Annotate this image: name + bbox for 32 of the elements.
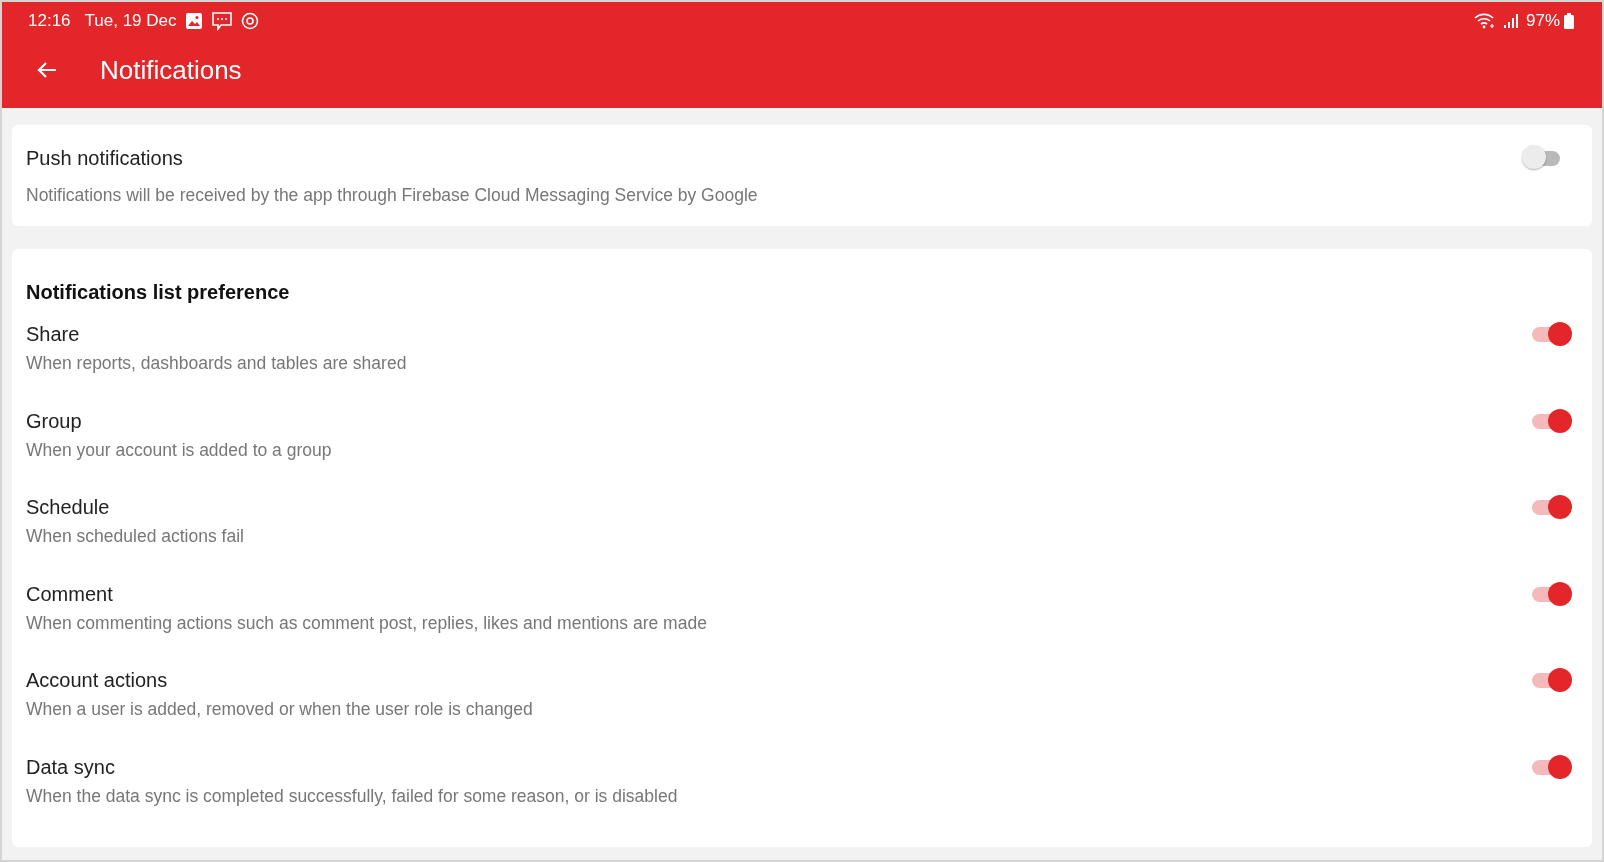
setting-title: Push notifications bbox=[26, 146, 184, 171]
setting-description: When a user is added, removed or when the user role is changed bbox=[26, 698, 534, 722]
sync-icon bbox=[240, 12, 259, 30]
battery-icon bbox=[1564, 13, 1574, 29]
setting-description: Notifications will be received by the app through Firebase Cloud Messaging Service by Google bbox=[26, 184, 759, 207]
status-time: 12:16 bbox=[28, 11, 71, 31]
status-date: Tue, 19 Dec bbox=[84, 11, 177, 31]
setting-title: Group bbox=[26, 408, 83, 434]
setting-title: Account actions bbox=[26, 668, 169, 694]
setting-description: When the data sync is completed successfully, failed for some reason, or is disabled bbox=[26, 784, 679, 808]
setting-description: When scheduled actions fail bbox=[26, 525, 245, 549]
setting-description: When reports, dashboards and tables are shared bbox=[26, 352, 408, 375]
toggle-switch[interactable] bbox=[1530, 321, 1570, 347]
toggle-switch[interactable] bbox=[1530, 667, 1570, 694]
image-icon bbox=[184, 12, 203, 30]
setting-title: Schedule bbox=[26, 495, 111, 521]
setting-title: Data sync bbox=[26, 754, 116, 780]
toggle-switch[interactable] bbox=[1530, 580, 1570, 607]
setting-title: Share bbox=[26, 322, 81, 347]
signal-icon bbox=[1503, 14, 1518, 28]
screen-title: Notifications bbox=[100, 54, 242, 86]
setting-title: Comment bbox=[26, 581, 114, 607]
wifi-icon bbox=[1473, 13, 1496, 29]
chat-icon bbox=[210, 11, 233, 31]
toggle-switch[interactable] bbox=[1530, 753, 1570, 780]
setting-description: When your account is added to a group bbox=[26, 438, 333, 462]
section-heading: Notifications list preference bbox=[25, 280, 291, 305]
setting-description: When commenting actions such as comment post, replies, likes and mentions are made bbox=[26, 611, 708, 635]
back-arrow-icon bbox=[36, 60, 58, 80]
toggle-switch[interactable] bbox=[1530, 494, 1570, 521]
battery-level: 97% bbox=[1525, 11, 1560, 31]
toggle-switch[interactable] bbox=[1530, 407, 1570, 434]
